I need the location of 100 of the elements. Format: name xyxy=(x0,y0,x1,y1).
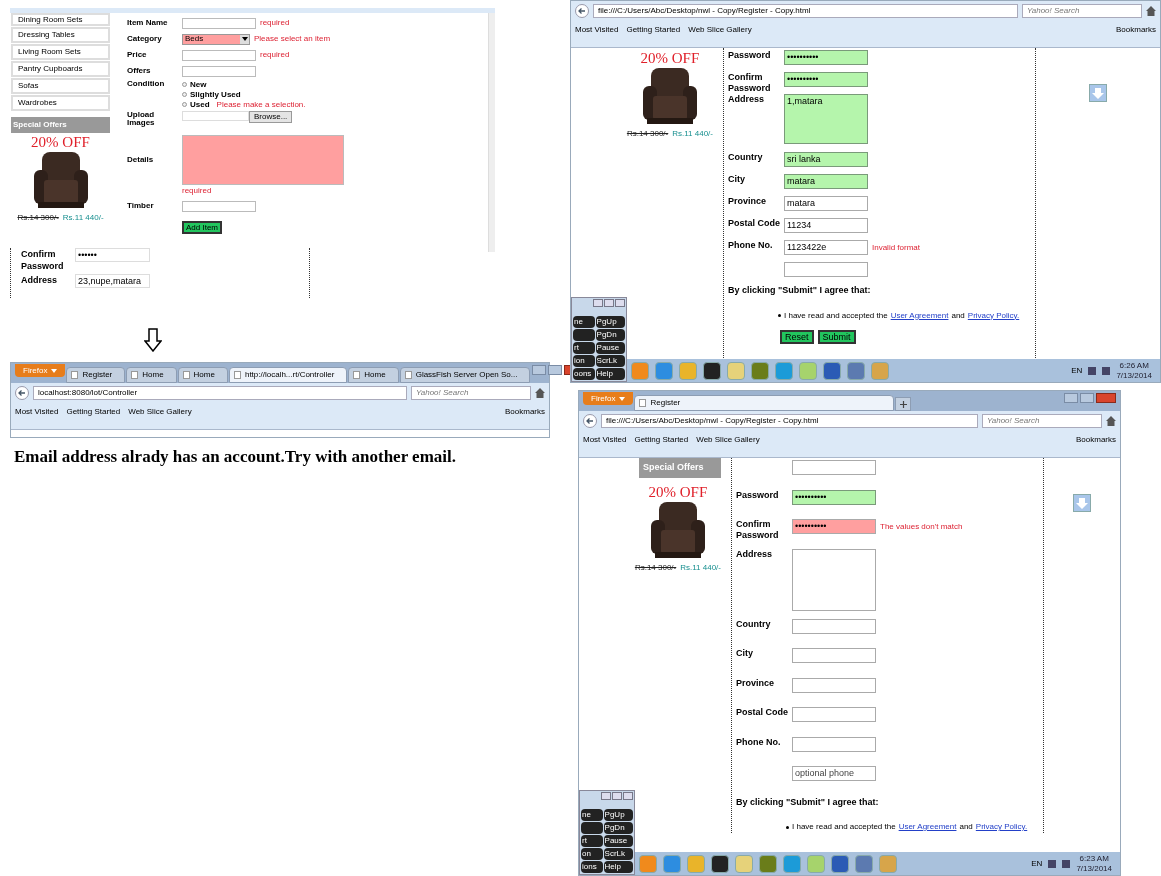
input-field[interactable]: 23,nupe,matara xyxy=(75,274,150,288)
keyboard-key[interactable]: ion xyxy=(573,355,595,367)
keyboard-key[interactable]: Pause xyxy=(595,342,625,354)
privacy-policy-link[interactable]: Privacy Policy. xyxy=(967,309,1020,322)
browser-tab[interactable]: Register xyxy=(634,395,895,411)
input-field[interactable]: •••••• xyxy=(75,248,150,262)
user-agreement-link[interactable]: User Agreement xyxy=(898,821,957,833)
bookmark-link[interactable]: Web Slice Gallery xyxy=(688,24,752,36)
minimize-icon[interactable] xyxy=(601,792,611,800)
input-field[interactable] xyxy=(792,618,876,634)
bookmark-link[interactable]: Web Slice Gallery xyxy=(128,406,192,418)
input-field[interactable] xyxy=(182,49,256,61)
restore-icon[interactable] xyxy=(548,365,563,375)
keyboard-key[interactable]: Pause xyxy=(603,835,633,847)
bookmarks-menu[interactable]: Bookmarks xyxy=(505,406,545,418)
input-field[interactable]: matara xyxy=(784,196,868,211)
keyboard-key[interactable]: PgDn xyxy=(595,329,625,341)
search-field[interactable]: Yahoo! Search xyxy=(1022,4,1142,18)
input-field[interactable]: optional phone xyxy=(792,766,876,781)
scrollbar[interactable] xyxy=(488,13,495,252)
user-agreement-link[interactable]: User Agreement xyxy=(890,309,949,322)
keyboard-key[interactable]: on xyxy=(581,848,603,860)
minimize-icon[interactable] xyxy=(532,365,547,375)
input-field[interactable]: •••••••••• xyxy=(784,50,868,65)
add-item-button[interactable]: Add Item xyxy=(182,221,222,234)
keyboard-key[interactable]: ScrLk xyxy=(603,848,633,860)
radio-button[interactable] xyxy=(182,82,187,87)
radio-button[interactable] xyxy=(182,102,187,107)
browser-tab[interactable]: Home xyxy=(348,367,399,383)
keyboard-key[interactable]: oons xyxy=(573,368,595,380)
privacy-policy-link[interactable]: Privacy Policy. xyxy=(975,821,1028,833)
home-icon[interactable] xyxy=(1146,6,1156,16)
keyboard-key[interactable]: ne xyxy=(581,809,603,821)
input-field[interactable]: sri lanka xyxy=(784,152,868,167)
input-field[interactable] xyxy=(792,707,876,722)
keyboard-key[interactable]: rt xyxy=(581,835,603,847)
sidebar-item[interactable]: Living Room Sets xyxy=(11,44,110,60)
minimize-icon[interactable] xyxy=(1064,393,1078,403)
sidebar-item[interactable]: Dining Room Sets xyxy=(11,13,110,26)
address-textarea[interactable] xyxy=(792,548,876,611)
input-field[interactable]: •••••••••• xyxy=(792,519,876,534)
input-field[interactable] xyxy=(182,17,256,29)
taskbar-app-icon[interactable] xyxy=(703,361,721,380)
restore-icon[interactable] xyxy=(612,792,622,800)
input-field[interactable] xyxy=(792,736,876,752)
bookmarks-menu[interactable]: Bookmarks xyxy=(1116,24,1156,36)
input-field[interactable] xyxy=(792,460,876,475)
home-icon[interactable] xyxy=(535,388,545,398)
file-name-field[interactable] xyxy=(182,111,249,121)
keyboard-key[interactable]: ScrLk xyxy=(595,355,625,367)
address-textarea[interactable]: 1,matara xyxy=(784,94,868,144)
close-icon[interactable] xyxy=(1096,393,1116,403)
download-icon[interactable] xyxy=(1089,84,1107,102)
minimize-icon[interactable] xyxy=(593,299,603,307)
browser-tab[interactable]: Home xyxy=(177,367,228,383)
search-field[interactable]: Yahoo! Search xyxy=(411,386,531,400)
bookmark-link[interactable]: Getting Started xyxy=(634,434,689,446)
browser-tab[interactable]: Register xyxy=(66,367,126,383)
input-field[interactable]: •••••••••• xyxy=(792,489,876,505)
input-field[interactable] xyxy=(792,648,876,663)
keyboard-key[interactable]: PgUp xyxy=(595,316,625,328)
bookmark-link[interactable]: Most Visited xyxy=(583,434,627,446)
close-icon[interactable] xyxy=(615,299,625,307)
bookmark-link[interactable]: Web Slice Gallery xyxy=(696,434,760,446)
sidebar-item[interactable]: Wardrobes xyxy=(11,95,110,111)
bookmarks-menu[interactable]: Bookmarks xyxy=(1076,434,1116,446)
back-icon[interactable] xyxy=(575,4,589,18)
submit-button[interactable]: Submit xyxy=(817,329,856,344)
keyboard-key[interactable]: rt xyxy=(573,342,595,354)
close-icon[interactable] xyxy=(623,792,633,800)
keyboard-key[interactable]: PgDn xyxy=(603,822,633,834)
input-field[interactable] xyxy=(182,200,256,212)
keyboard-key[interactable]: ions xyxy=(581,861,603,873)
input-field[interactable] xyxy=(182,65,256,77)
bookmark-link[interactable]: Getting Started xyxy=(626,24,681,36)
language-indicator[interactable]: EN xyxy=(1071,364,1083,377)
input-field[interactable]: •••••••••• xyxy=(784,72,868,87)
input-field[interactable]: 1123422e xyxy=(784,240,868,255)
sidebar-item[interactable]: Dressing Tables xyxy=(11,27,110,43)
restore-icon[interactable] xyxy=(1080,393,1094,403)
input-field[interactable]: matara xyxy=(784,174,868,189)
language-indicator[interactable]: EN xyxy=(1031,857,1043,870)
input-field[interactable] xyxy=(792,677,876,693)
category-dropdown[interactable]: Beds xyxy=(182,33,250,45)
home-icon[interactable] xyxy=(1106,416,1116,426)
keyboard-key[interactable]: ne xyxy=(573,316,595,328)
keyboard-key[interactable]: Help xyxy=(595,368,625,380)
bookmark-link[interactable]: Getting Started xyxy=(66,406,121,418)
restore-icon[interactable] xyxy=(604,299,614,307)
taskbar-app-icon[interactable] xyxy=(711,854,729,873)
new-tab-button[interactable] xyxy=(895,397,912,411)
download-icon[interactable] xyxy=(1073,494,1091,512)
browse-button[interactable]: Browse... xyxy=(249,111,293,123)
bookmark-link[interactable]: Most Visited xyxy=(575,24,619,36)
back-icon[interactable] xyxy=(583,414,597,428)
reset-button[interactable]: Reset xyxy=(780,329,814,344)
input-field[interactable] xyxy=(784,262,868,277)
input-field[interactable]: 11234 xyxy=(784,218,868,233)
sidebar-item[interactable]: Pantry Cupboards xyxy=(11,61,110,77)
keyboard-key[interactable]: PgUp xyxy=(603,809,633,821)
